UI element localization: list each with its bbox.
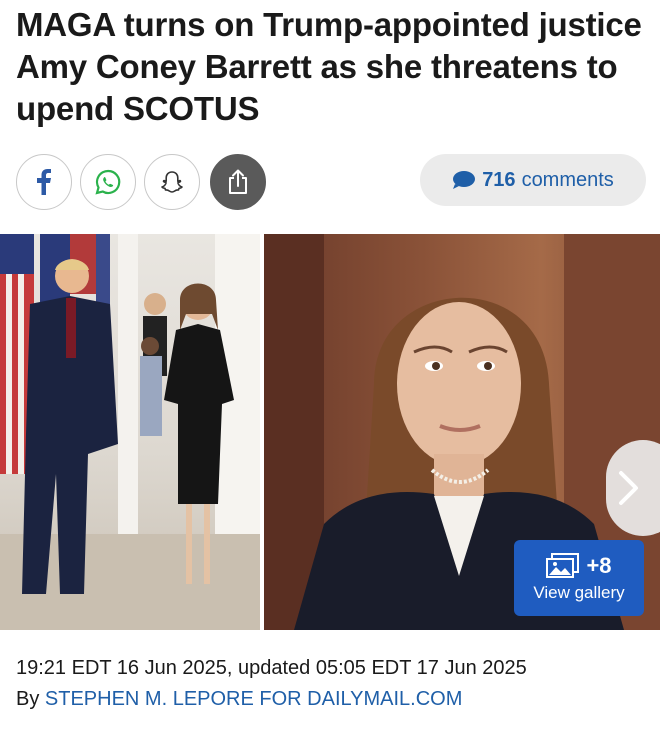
- author-link[interactable]: STEPHEN M. LEPORE FOR DAILYMAIL.COM: [45, 688, 462, 710]
- view-gallery-button[interactable]: +8 View gallery: [514, 540, 644, 616]
- facebook-share-button[interactable]: [16, 154, 72, 210]
- facebook-icon: [37, 169, 51, 195]
- whatsapp-icon: [95, 169, 121, 195]
- comments-count: 716: [482, 168, 516, 191]
- comment-bubble-icon: [453, 171, 476, 189]
- comments-button[interactable]: 716 comments: [420, 154, 646, 206]
- snapchat-icon: [161, 171, 183, 193]
- byline-prefix: By: [16, 688, 40, 710]
- comments-label: comments: [521, 168, 614, 191]
- share-button[interactable]: [210, 154, 266, 210]
- gallery-more-count: +8: [586, 553, 612, 578]
- photo-illustration: [0, 234, 260, 630]
- image-gallery[interactable]: +8 View gallery: [0, 234, 660, 630]
- gallery-count-row: +8: [546, 553, 612, 579]
- article-headline: MAGA turns on Trump-appointed justice Am…: [16, 6, 642, 127]
- view-gallery-label: View gallery: [533, 583, 625, 602]
- chevron-right-icon: [619, 471, 638, 505]
- share-icon: [229, 169, 247, 194]
- gallery-photo-trump-barrett-walking[interactable]: [0, 234, 260, 630]
- gallery-next-button[interactable]: [606, 440, 660, 536]
- snapchat-share-button[interactable]: [144, 154, 200, 210]
- share-toolbar: 716 comments: [16, 154, 646, 210]
- article-meta: 19:21 EDT 16 Jun 2025, updated 05:05 EDT…: [16, 654, 646, 714]
- publish-dates: 19:21 EDT 16 Jun 2025, updated 05:05 EDT…: [16, 657, 527, 679]
- gallery-icon: [546, 553, 580, 578]
- whatsapp-share-button[interactable]: [80, 154, 136, 210]
- byline: By STEPHEN M. LEPORE FOR DAILYMAIL.COM: [16, 684, 646, 714]
